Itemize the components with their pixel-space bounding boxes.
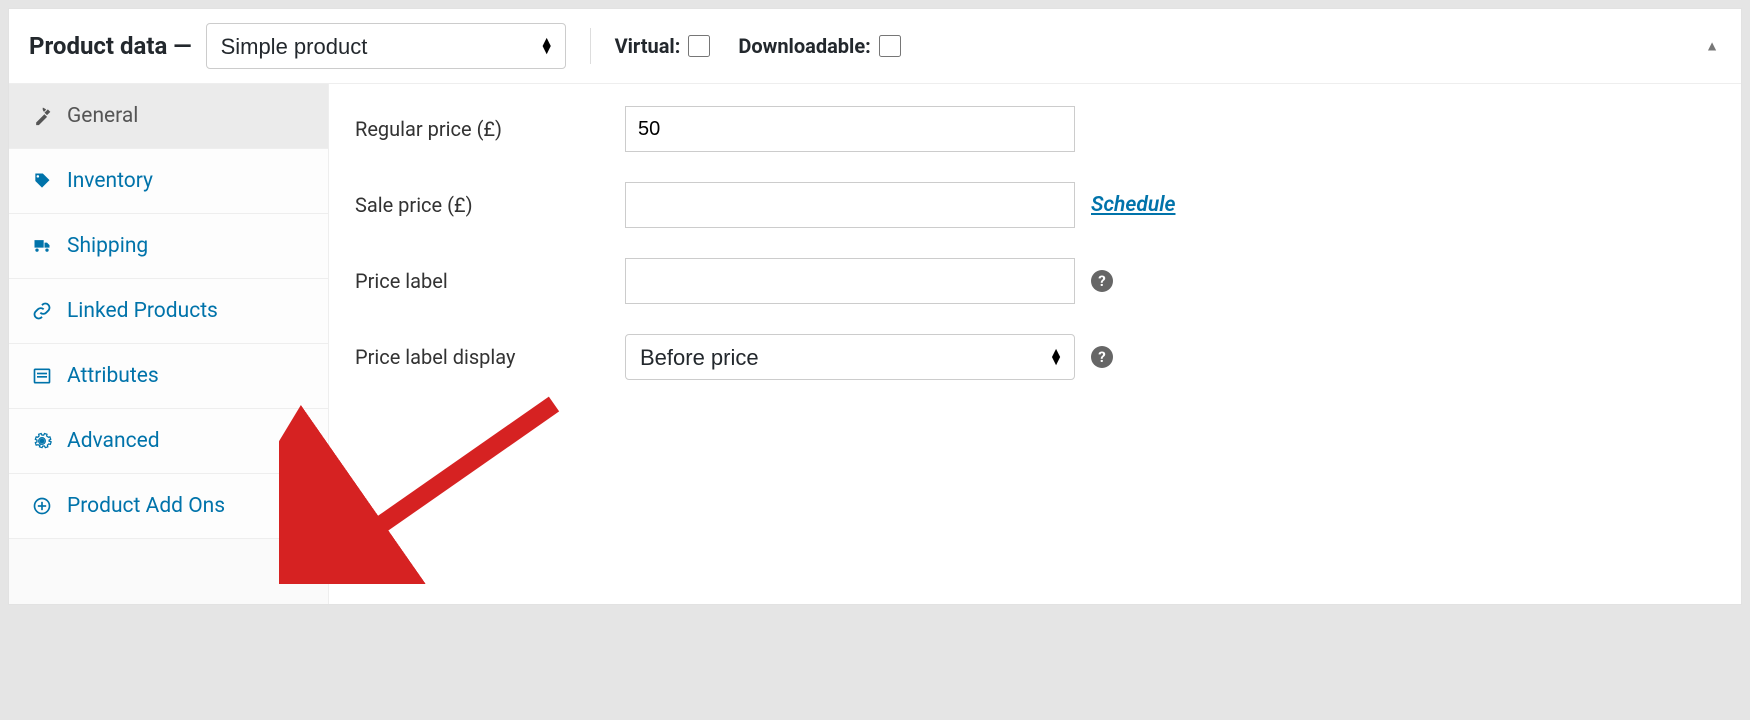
sale-price-input[interactable] bbox=[625, 182, 1075, 228]
help-icon[interactable]: ? bbox=[1091, 346, 1113, 368]
tab-label: Advanced bbox=[67, 429, 160, 453]
downloadable-checkbox[interactable] bbox=[879, 35, 901, 57]
product-data-tabs: General Inventory Shipping Linked Produc… bbox=[9, 84, 329, 604]
downloadable-toggle: Downloadable: bbox=[738, 34, 900, 58]
tab-attributes[interactable]: Attributes bbox=[9, 344, 328, 409]
tab-product-add-ons[interactable]: Product Add Ons bbox=[9, 474, 328, 539]
virtual-label: Virtual: bbox=[615, 34, 681, 58]
truck-icon bbox=[31, 235, 53, 257]
tab-label: Linked Products bbox=[67, 299, 218, 323]
product-data-panel: Product data — Simple product ▲▼ Virtual… bbox=[8, 8, 1742, 605]
collapse-icon[interactable]: ▲ bbox=[1705, 38, 1719, 55]
tab-shipping[interactable]: Shipping bbox=[9, 214, 328, 279]
panel-body: General Inventory Shipping Linked Produc… bbox=[9, 84, 1741, 604]
list-icon bbox=[31, 365, 53, 387]
price-label-display-label: Price label display bbox=[355, 345, 625, 369]
price-label-label: Price label bbox=[355, 269, 625, 293]
regular-price-label: Regular price (£) bbox=[355, 117, 625, 141]
price-label-display-select[interactable]: Before price bbox=[625, 334, 1075, 380]
schedule-link[interactable]: Schedule bbox=[1091, 193, 1175, 217]
panel-title: Product data — bbox=[29, 32, 192, 60]
tab-label: Inventory bbox=[67, 169, 153, 193]
downloadable-label: Downloadable: bbox=[738, 34, 870, 58]
product-type-select-wrap: Simple product ▲▼ bbox=[206, 23, 566, 69]
virtual-toggle: Virtual: bbox=[615, 34, 711, 58]
tab-label: General bbox=[67, 104, 138, 128]
wrench-icon bbox=[31, 105, 53, 127]
field-regular-price: Regular price (£) bbox=[355, 106, 1715, 152]
tab-label: Attributes bbox=[67, 364, 159, 388]
virtual-checkbox[interactable] bbox=[688, 35, 710, 57]
regular-price-input[interactable] bbox=[625, 106, 1075, 152]
sale-price-label: Sale price (£) bbox=[355, 193, 625, 217]
tab-advanced[interactable]: Advanced bbox=[9, 409, 328, 474]
tab-label: Product Add Ons bbox=[67, 494, 225, 518]
plus-circle-icon bbox=[31, 495, 53, 517]
help-icon[interactable]: ? bbox=[1091, 270, 1113, 292]
link-icon bbox=[31, 300, 53, 322]
tag-icon bbox=[31, 170, 53, 192]
tab-label: Shipping bbox=[67, 234, 148, 258]
field-price-label: Price label ? bbox=[355, 258, 1715, 304]
tab-content-general: Regular price (£) Sale price (£) Schedul… bbox=[329, 84, 1741, 604]
tab-general[interactable]: General bbox=[9, 84, 328, 149]
field-sale-price: Sale price (£) Schedule bbox=[355, 182, 1715, 228]
tab-linked-products[interactable]: Linked Products bbox=[9, 279, 328, 344]
product-type-select[interactable]: Simple product bbox=[206, 23, 566, 69]
tab-inventory[interactable]: Inventory bbox=[9, 149, 328, 214]
field-price-label-display: Price label display Before price ▲▼ ? bbox=[355, 334, 1715, 380]
panel-header: Product data — Simple product ▲▼ Virtual… bbox=[9, 9, 1741, 84]
gear-icon bbox=[31, 430, 53, 452]
vertical-separator bbox=[590, 28, 591, 64]
price-label-input[interactable] bbox=[625, 258, 1075, 304]
